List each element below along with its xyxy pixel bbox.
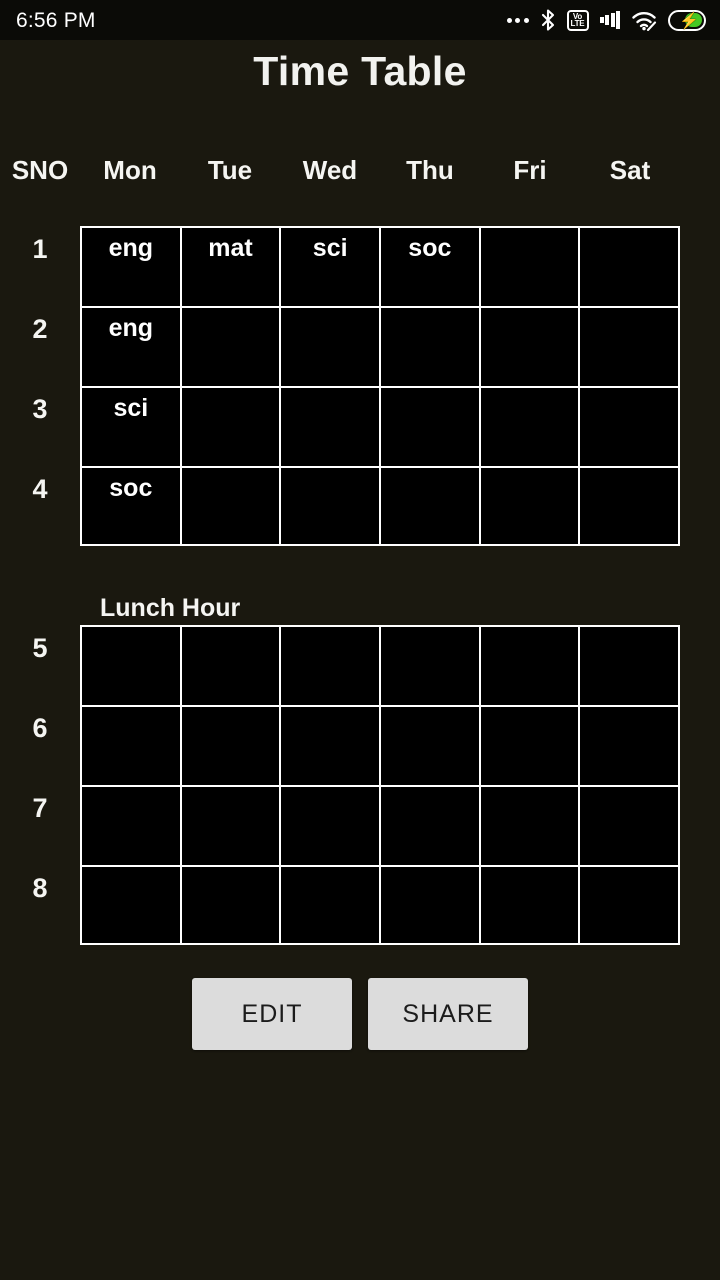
- cell-r4-fri[interactable]: [480, 468, 581, 544]
- battery-charging-icon: ⚡: [668, 9, 706, 31]
- cell-r8-thu[interactable]: [381, 867, 481, 943]
- cell-r5-thu[interactable]: [381, 627, 481, 705]
- cell-r7-mon[interactable]: [82, 787, 182, 865]
- row-number-4: 4: [32, 474, 48, 504]
- cell-r1-fri[interactable]: [480, 228, 581, 306]
- lunch-hour-label: Lunch Hour: [100, 594, 241, 622]
- cell-r7-wed[interactable]: [281, 787, 382, 865]
- row-cells: sci: [80, 386, 681, 466]
- more-dots-icon: [506, 17, 529, 23]
- cell-r2-wed[interactable]: [281, 308, 382, 386]
- row-cells: soc: [80, 466, 681, 546]
- row-number-1: 1: [32, 234, 48, 264]
- table-row: 3 sci: [0, 386, 720, 466]
- row-cells: [80, 625, 681, 705]
- row-number-7: 7: [32, 793, 48, 823]
- app-screen: 6:56 PM Vo LTE ⚡ Time Table SNO Mon Tue …: [0, 0, 720, 1280]
- column-header-fri: Fri: [513, 154, 547, 185]
- cell-r5-sat[interactable]: [580, 627, 681, 705]
- cell-r1-mon[interactable]: eng: [82, 228, 182, 306]
- cellular-signal-icon: [599, 10, 620, 30]
- cell-r6-tue[interactable]: [181, 707, 282, 785]
- cell-r7-thu[interactable]: [381, 787, 481, 865]
- cell-r2-tue[interactable]: [181, 308, 282, 386]
- cell-r3-fri[interactable]: [480, 388, 581, 466]
- cell-r1-wed[interactable]: sci: [281, 228, 382, 306]
- table-row: 5: [0, 625, 720, 705]
- cell-r3-wed[interactable]: [281, 388, 382, 466]
- edit-button[interactable]: EDIT: [192, 978, 352, 1050]
- cell-r6-wed[interactable]: [281, 707, 382, 785]
- share-button[interactable]: SHARE: [368, 978, 528, 1050]
- cell-r4-sat[interactable]: [580, 468, 681, 544]
- cell-r2-mon[interactable]: eng: [82, 308, 182, 386]
- status-bar: 6:56 PM Vo LTE ⚡: [0, 0, 720, 40]
- table-row: 4 soc: [0, 466, 720, 546]
- cell-r7-fri[interactable]: [480, 787, 581, 865]
- cell-r2-thu[interactable]: [381, 308, 481, 386]
- cell-r2-sat[interactable]: [580, 308, 681, 386]
- cell-r4-thu[interactable]: [381, 468, 481, 544]
- cell-r1-tue[interactable]: mat: [181, 228, 282, 306]
- charging-bolt-icon: ⚡: [679, 12, 699, 30]
- row-number-6: 6: [32, 713, 48, 743]
- volte-bottom: LTE: [570, 19, 585, 28]
- cell-r7-sat[interactable]: [580, 787, 681, 865]
- cell-r8-tue[interactable]: [181, 867, 282, 943]
- table-row: 6: [0, 705, 720, 785]
- row-number-8: 8: [32, 873, 48, 903]
- status-clock: 6:56 PM: [16, 8, 96, 32]
- cell-r8-wed[interactable]: [281, 867, 382, 943]
- table-row: 7: [0, 785, 720, 865]
- row-number-3: 3: [32, 394, 48, 424]
- cell-r5-wed[interactable]: [281, 627, 382, 705]
- cell-r5-fri[interactable]: [480, 627, 581, 705]
- cell-r4-mon[interactable]: soc: [82, 468, 182, 544]
- row-cells: [80, 785, 681, 865]
- cell-r4-tue[interactable]: [181, 468, 282, 544]
- cell-r6-mon[interactable]: [82, 707, 182, 785]
- cell-r3-tue[interactable]: [181, 388, 282, 466]
- table-row: 1 eng mat sci soc: [0, 226, 720, 306]
- cell-r2-fri[interactable]: [480, 308, 581, 386]
- cell-r6-fri[interactable]: [480, 707, 581, 785]
- cell-r4-wed[interactable]: [281, 468, 382, 544]
- column-header-thu: Thu: [406, 154, 454, 185]
- cell-r5-mon[interactable]: [82, 627, 182, 705]
- wifi-icon: [631, 10, 657, 31]
- table-column-headers: SNO Mon Tue Wed Thu Fri Sat: [0, 148, 720, 192]
- cell-r3-sat[interactable]: [580, 388, 681, 466]
- status-icon-tray: Vo LTE ⚡: [506, 9, 706, 31]
- row-cells: [80, 865, 681, 945]
- bluetooth-icon: [540, 9, 556, 31]
- column-header-mon: Mon: [103, 154, 157, 185]
- cell-r8-fri[interactable]: [480, 867, 581, 943]
- column-header-wed: Wed: [302, 154, 358, 185]
- timetable-morning-grid: 1 eng mat sci soc 2 eng 3 sci 4 soc: [0, 226, 720, 546]
- cell-r1-sat[interactable]: [580, 228, 681, 306]
- volte-icon: Vo LTE: [566, 9, 589, 31]
- row-cells: eng: [80, 306, 681, 386]
- row-cells: [80, 705, 681, 785]
- cell-r7-tue[interactable]: [181, 787, 282, 865]
- column-header-sno: SNO: [11, 154, 69, 185]
- cell-r6-sat[interactable]: [580, 707, 681, 785]
- cell-r1-thu[interactable]: soc: [381, 228, 481, 306]
- column-header-tue: Tue: [207, 154, 253, 185]
- row-number-5: 5: [32, 633, 48, 663]
- cell-r3-thu[interactable]: [381, 388, 481, 466]
- table-row: 8: [0, 865, 720, 945]
- table-row: 2 eng: [0, 306, 720, 386]
- cell-r8-mon[interactable]: [82, 867, 182, 943]
- column-header-sat: Sat: [609, 154, 651, 185]
- row-cells: eng mat sci soc: [80, 226, 681, 306]
- timetable-afternoon-grid: 5 6 7 8: [0, 625, 720, 945]
- cell-r3-mon[interactable]: sci: [82, 388, 182, 466]
- cell-r8-sat[interactable]: [580, 867, 681, 943]
- cell-r6-thu[interactable]: [381, 707, 481, 785]
- cell-r5-tue[interactable]: [181, 627, 282, 705]
- row-number-2: 2: [32, 314, 48, 344]
- page-title: Time Table: [253, 48, 467, 94]
- action-button-row: EDIT SHARE: [0, 978, 720, 1050]
